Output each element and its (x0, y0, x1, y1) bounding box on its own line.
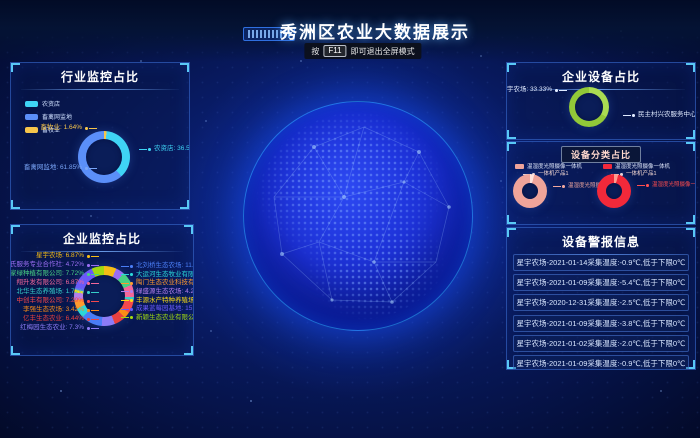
panel-device-classification: 设备分类占比 温湿度光照摄像一体机 一体机产品1 温湿度光照摄像一 温湿度光照摄… (506, 141, 696, 225)
panel-enterprise-ratio: 企业监控占比 星宇农场: 6.87% 刘氏服务专业合作社: 4.72% 家绿种植… (10, 224, 194, 356)
device-class-donut-left[interactable] (513, 174, 547, 208)
fullscreen-tip: 按 F11 即可退出全屏模式 (304, 43, 421, 59)
chart-label: 北刘桥生态农场: 11.56% (121, 262, 194, 270)
chart-label: 北华生态养殖场: 1.72% (16, 288, 99, 296)
corner-bracket (686, 63, 695, 72)
chart-label: 新颖生态农业有限公司: 6.87% (121, 314, 194, 322)
panel-device-alarms: 设备警报信息 星宇农场-2021-01-14采集温度:-0.9℃,低于下限0℃ … (506, 227, 696, 370)
panel-equipment-ratio: 企业设备占比 星宇农场: 33.33% 民主村兴农服务中心: (506, 62, 696, 140)
chart-label: 温湿度光照摄像一 (637, 181, 696, 189)
chart-label: 农资店: 36.57% (139, 145, 190, 153)
legend-swatch (25, 114, 38, 120)
panel-industry-ratio: 行业监控占比 农资店 畜禽网监地 畜牧业 畜牧业: 1.64% 农资店: 36.… (10, 62, 190, 210)
corner-bracket (184, 225, 193, 234)
panel-title: 设备警报信息 (507, 228, 695, 250)
industry-donut-chart[interactable] (78, 131, 130, 183)
corner-bracket (507, 215, 516, 224)
chart-label: 家绿种植有限公司: 7.72% (10, 270, 99, 278)
chart-label: 畜牧业: 1.64% (35, 124, 97, 132)
dashboard-screen: 秀洲区农业大数据展示 按 F11 即可退出全屏模式 行业监控占比 农资店 畜禽网… (0, 0, 700, 438)
panel-title: 行业监控占比 (11, 63, 189, 85)
device-class-donut-right[interactable] (597, 174, 631, 208)
corner-bracket (686, 130, 695, 139)
alarm-row: 星宇农场-2021-01-14采集温度:-0.9℃,低于下限0℃ (513, 254, 689, 271)
corner-bracket (11, 200, 20, 209)
alarm-row: 星宇农场-2021-01-09采集温度:-3.8℃,低于下限0℃ (513, 315, 689, 332)
corner-bracket (11, 63, 20, 72)
corner-bracket (686, 215, 695, 224)
chart-label: 亿丰生态农业: 6.44% (23, 315, 99, 323)
chart-label: 民主村兴农服务中心: (623, 111, 696, 119)
alarm-row: 星宇农场-2021-01-02采集温度:-2.0℃,低于下限0℃ (513, 335, 689, 352)
globe-visual (243, 101, 473, 331)
legend-item[interactable]: 畜禽网监地 (25, 112, 72, 121)
title-divider (21, 89, 179, 90)
chart-label: 李强生态农场: 3.42% (23, 306, 99, 314)
legend-swatch (515, 164, 524, 169)
chart-label: 刘氏服务专业合作社: 4.72% (10, 261, 99, 269)
corner-bracket (507, 228, 516, 237)
corner-bracket (686, 142, 695, 151)
legend-swatch (25, 101, 38, 107)
corner-bracket (507, 130, 516, 139)
legend-label: 温湿度光照摄像一体机 (527, 162, 582, 170)
panel-title: 企业设备占比 (507, 63, 695, 85)
tip-prefix: 按 (311, 46, 319, 57)
chart-label: 陶门生态农业科技有限公 (121, 279, 194, 287)
corner-bracket (507, 142, 516, 151)
legend-label: 农资店 (42, 99, 60, 108)
legend-item[interactable]: 温湿度光照摄像一体机 (603, 162, 670, 170)
corner-bracket (11, 225, 20, 234)
chart-label: 畜禽网监地: 61.85% (19, 164, 97, 172)
chart-label: 中创丰有限公司: 7.29% (16, 297, 99, 305)
chart-label: 大运河生态牧业有限责任公 (121, 271, 194, 279)
legend-item[interactable]: 温湿度光照摄像一体机 (515, 162, 582, 170)
legend-swatch (603, 164, 612, 169)
legend-label: 畜禽网监地 (42, 112, 72, 121)
alarm-list: 星宇农场-2021-01-14采集温度:-0.9℃,低于下限0℃ 星宇农场-20… (513, 254, 689, 370)
chart-label: 成果蓝莓园基地: 15.02% (121, 305, 194, 313)
alarm-row: 星宇农场-2020-12-31采集温度:-2.5℃,低于下限0℃ (513, 294, 689, 311)
industry-legend: 农资店 畜禽网监地 畜牧业 (25, 99, 72, 138)
enterprise-right-labels: 北刘桥生态农场: 11.56% 大运河生态牧业有限责任公 陶门生态农业科技有限公… (121, 262, 193, 322)
corner-bracket (507, 63, 516, 72)
tip-suffix: 即可退出全屏模式 (351, 46, 415, 57)
page-title: 秀洲区农业大数据展示 (280, 18, 470, 43)
corner-bracket (686, 228, 695, 237)
panel-title: 企业监控占比 (11, 225, 193, 247)
corner-bracket (11, 346, 20, 355)
enterprise-left-labels: 星宇农场: 6.87% 刘氏服务专业合作社: 4.72% 家绿种植有限公司: 7… (13, 252, 99, 332)
panel-title-badge: 设备分类占比 (561, 146, 641, 163)
chart-label: 星宇农场: 6.87% (36, 252, 99, 260)
chart-label: 红梅园生态农业: 7.3% (20, 324, 99, 332)
chart-label: 星宇农场: 33.33% (507, 86, 567, 94)
corner-bracket (180, 200, 189, 209)
equipment-donut-chart[interactable] (569, 87, 609, 127)
legend-label: 温湿度光照摄像一体机 (615, 162, 670, 170)
chart-label: 翔升发有限公司: 6.87% (16, 279, 99, 287)
globe-network-mesh (244, 102, 472, 330)
alarm-row: 星宇农场-2021-01-09采集温度:-0.9℃,低于下限0℃ (513, 355, 689, 370)
corner-bracket (184, 346, 193, 355)
legend-item[interactable]: 农资店 (25, 99, 72, 108)
chart-label: 丰源水产特种养殖场: 1. (121, 297, 194, 305)
corner-bracket (180, 63, 189, 72)
alarm-row: 星宇农场-2021-01-09采集温度:-5.4℃,低于下限0℃ (513, 274, 689, 291)
chart-label: 绿盛源生态农场: 4.29 (121, 288, 194, 296)
f11-keycap: F11 (323, 45, 346, 57)
